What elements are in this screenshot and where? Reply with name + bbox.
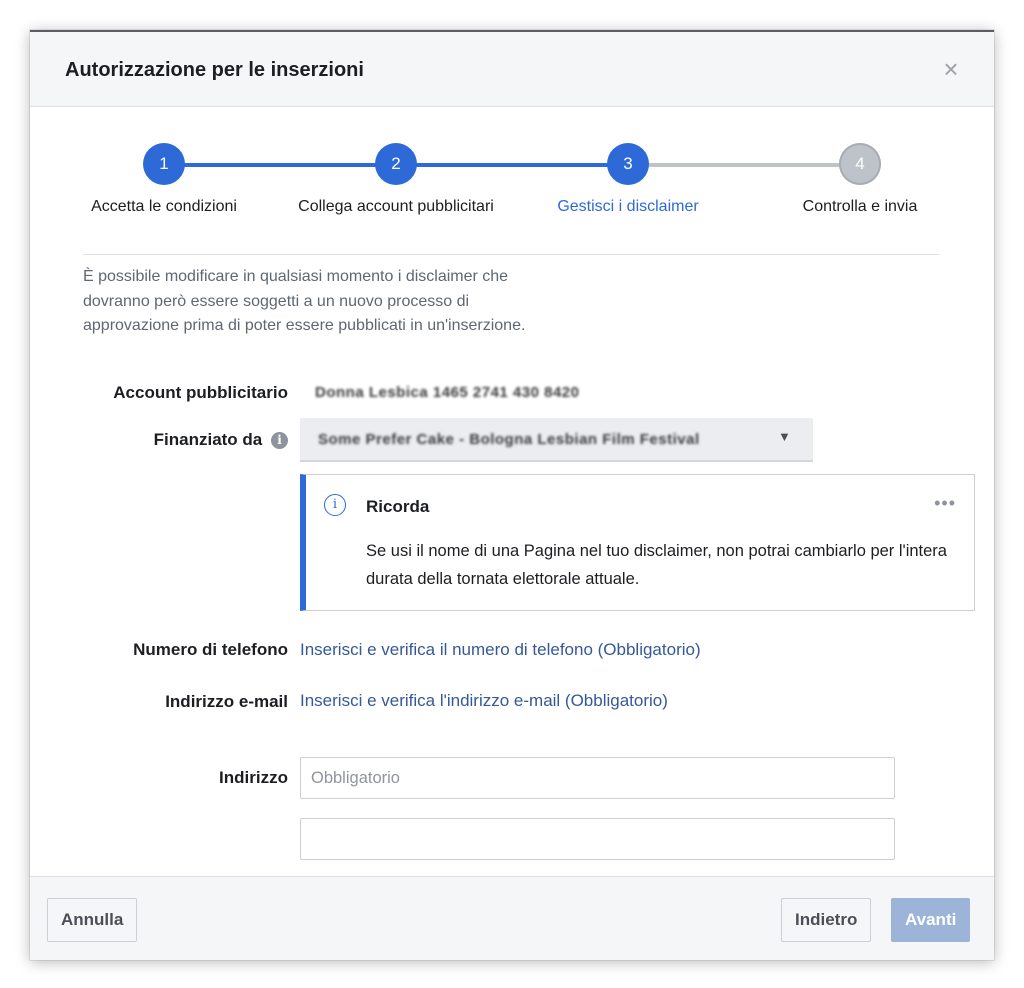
step-3-circle: 3 xyxy=(607,143,649,185)
address-label: Indirizzo xyxy=(219,768,288,787)
intro-text: È possibile modificare in qualsiasi mome… xyxy=(83,268,526,334)
ad-account-label: Account pubblicitario xyxy=(113,383,288,402)
email-label: Indirizzo e-mail xyxy=(165,692,288,711)
close-icon[interactable]: × xyxy=(938,56,964,82)
address-line1-input[interactable] xyxy=(300,757,895,799)
step-4-label: Controlla e invia xyxy=(802,198,918,215)
step-1-label: Accetta le condizioni xyxy=(91,198,237,215)
authorization-dialog: Autorizzazione per le inserzioni × 1 2 3… xyxy=(30,30,994,960)
phone-verify-link[interactable]: Inserisci e verifica il numero di telefo… xyxy=(300,640,701,660)
divider xyxy=(83,254,939,255)
funded-by-selected-value: Some Prefer Cake - Bologna Lesbian Film … xyxy=(318,431,700,448)
step-3-label: Gestisci i disclaimer xyxy=(557,198,699,215)
email-verify-link[interactable]: Inserisci e verifica l'indirizzo e-mail … xyxy=(300,691,668,711)
funded-by-select[interactable]: Some Prefer Cake - Bologna Lesbian Film … xyxy=(300,418,813,462)
reminder-notice: i Ricorda ••• Se usi il nome di una Pagi… xyxy=(300,474,975,611)
address-line2-input[interactable] xyxy=(300,818,895,860)
next-button[interactable]: Avanti xyxy=(891,898,971,942)
info-circle-icon: i xyxy=(324,494,346,516)
dialog-title: Autorizzazione per le inserzioni xyxy=(65,59,364,81)
cancel-button[interactable]: Annulla xyxy=(47,898,138,942)
step-2-label: Collega account pubblicitari xyxy=(298,198,494,215)
step-connector-1-2 xyxy=(164,163,396,167)
step-1-circle: 1 xyxy=(143,143,185,185)
funded-by-text: Finanziato da xyxy=(153,430,263,449)
back-button[interactable]: Indietro xyxy=(781,898,872,942)
dialog-header: Autorizzazione per le inserzioni × xyxy=(30,32,994,107)
ad-account-value: Donna Lesbica 1465 2741 430 8420 xyxy=(315,384,580,401)
step-connector-2-3 xyxy=(396,163,628,167)
step-4-circle: 4 xyxy=(839,143,881,185)
step-2-circle: 2 xyxy=(375,143,417,185)
dialog-footer: Annulla Indietro Avanti xyxy=(30,876,994,960)
notice-body: Se usi il nome di una Pagina nel tuo dis… xyxy=(366,542,947,588)
info-icon[interactable]: i xyxy=(271,432,288,449)
step-connector-3-4 xyxy=(628,163,860,167)
funded-by-label: Finanziato da i xyxy=(154,430,288,450)
more-options-icon[interactable]: ••• xyxy=(934,493,956,514)
phone-label: Numero di telefono xyxy=(133,640,288,659)
chevron-down-icon: ▼ xyxy=(778,429,791,444)
notice-title: Ricorda xyxy=(366,497,430,516)
